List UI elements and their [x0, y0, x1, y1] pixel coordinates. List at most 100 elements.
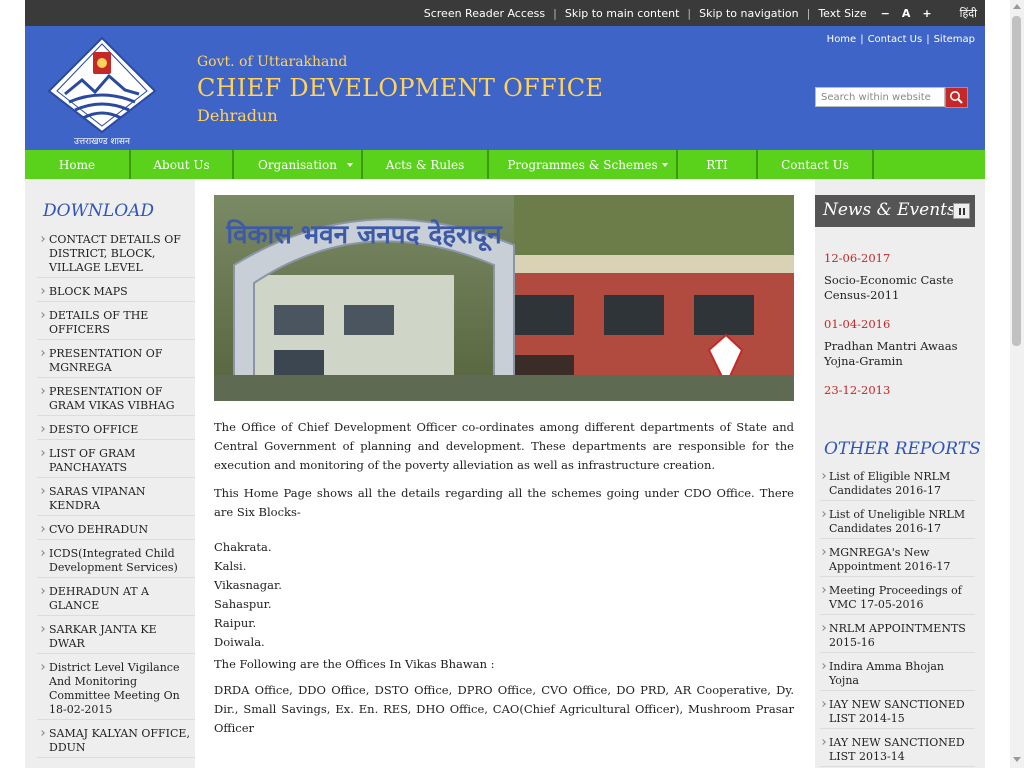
- download-item[interactable]: PRESENTATION OF MGNREGA: [37, 345, 195, 378]
- download-item[interactable]: District Level Vigilance And Monitoring …: [37, 659, 195, 720]
- download-item-label: SARKAR JANTA KE DWAR: [49, 623, 157, 650]
- chevron-right-icon: [820, 549, 826, 555]
- download-list: CONTACT DETAILS OF DISTRICT, BLOCK, VILL…: [37, 231, 195, 763]
- chevron-right-icon: [39, 236, 45, 242]
- chevron-right-icon: [820, 473, 826, 479]
- increase-text-button[interactable]: +: [922, 7, 931, 20]
- report-item[interactable]: Meeting Proceedings of VMC 17-05-2016: [820, 582, 975, 615]
- nav-about-us[interactable]: About Us: [131, 150, 234, 179]
- download-item[interactable]: CVO DEHRADUN: [37, 521, 195, 540]
- download-item-label: DETAILS OF THE OFFICERS: [49, 309, 149, 336]
- report-item[interactable]: NRLM APPOINTMENTS 2015-16: [820, 620, 975, 653]
- download-item-label: CONTACT DETAILS OF DISTRICT, BLOCK, VILL…: [49, 233, 181, 274]
- chevron-right-icon: [39, 664, 45, 670]
- download-item[interactable]: CONTACT DETAILS OF DISTRICT, BLOCK, VILL…: [37, 231, 195, 278]
- chevron-right-icon: [39, 488, 45, 494]
- block-item: Kalsi.: [214, 559, 247, 573]
- reports-list: List of Eligible NRLM Candidates 2016-17…: [820, 468, 975, 768]
- schemes-paragraph: This Home Page shows all the details reg…: [214, 486, 794, 519]
- download-item[interactable]: DESTO OFFICE: [37, 421, 195, 440]
- nav-contact-us[interactable]: Contact Us: [758, 150, 874, 179]
- chevron-right-icon: [820, 511, 826, 517]
- download-item[interactable]: DEHRADUN AT A GLANCE: [37, 583, 195, 616]
- report-item[interactable]: IAY NEW SANCTIONED LIST 2014-15: [820, 696, 975, 729]
- block-item: Chakrata.: [214, 540, 272, 554]
- decrease-text-button[interactable]: −: [881, 7, 890, 20]
- vikas-bhawan-photo: विकास भवन जनपद देहरादून: [214, 195, 794, 401]
- nav-organisation[interactable]: Organisation: [234, 150, 363, 179]
- download-item[interactable]: BLOCK MAPS: [37, 283, 195, 302]
- separator: |: [687, 6, 692, 20]
- main-navigation: Home About Us Organisation Acts & Rules …: [25, 150, 985, 179]
- nav-about-label: About Us: [153, 157, 210, 172]
- chevron-right-icon: [39, 426, 45, 432]
- other-reports-heading: OTHER REPORTS: [824, 439, 981, 459]
- uttarakhand-emblem-logo[interactable]: उत्तराखण्ड शासन: [47, 36, 157, 148]
- chevron-right-icon: [820, 701, 826, 707]
- office-title[interactable]: CHIEF DEVELOPMENT OFFICE: [197, 74, 603, 102]
- download-item[interactable]: LIST OF GRAM PANCHAYATS: [37, 445, 195, 478]
- download-item-label: SARAS VIPANAN KENDRA: [49, 485, 146, 512]
- report-item-label: Meeting Proceedings of VMC 17-05-2016: [829, 584, 962, 611]
- chevron-right-icon: [39, 312, 45, 318]
- scroll-down-arrow-icon[interactable]: [1013, 757, 1021, 762]
- news-title[interactable]: Pradhan Mantri Awaas Yojna-Gramin: [824, 339, 974, 369]
- chevron-right-icon: [39, 526, 45, 532]
- nav-acts-rules[interactable]: Acts & Rules: [363, 150, 489, 179]
- search-icon: [950, 91, 963, 104]
- chevron-right-icon: [39, 388, 45, 394]
- city-label: Dehradun: [197, 106, 278, 125]
- download-item-label: SAMAJ KALYAN OFFICE, DDUN: [49, 727, 190, 754]
- download-item[interactable]: SARKAR JANTA KE DWAR: [37, 621, 195, 654]
- screen-reader-link[interactable]: Screen Reader Access: [424, 7, 545, 20]
- hindi-link[interactable]: हिंदी: [960, 6, 977, 21]
- chevron-right-icon: [39, 550, 45, 556]
- report-item-label: IAY NEW SANCTIONED LIST 2013-14: [829, 736, 965, 763]
- separator: |: [806, 6, 811, 20]
- nav-home[interactable]: Home: [25, 150, 131, 179]
- download-item[interactable]: ICDS(Integrated Child Development Servic…: [37, 545, 195, 578]
- scrollbar-thumb[interactable]: [1012, 16, 1021, 346]
- nav-contact-label: Contact Us: [781, 157, 849, 172]
- nav-programmes-label: Programmes & Schemes: [507, 157, 658, 172]
- skip-nav-link[interactable]: Skip to navigation: [699, 7, 799, 20]
- nav-rti-label: RTI: [706, 157, 728, 172]
- main-content: The Office of Chief Development Officer …: [214, 418, 794, 747]
- download-item[interactable]: DETAILS OF THE OFFICERS: [37, 307, 195, 340]
- report-item[interactable]: MGNREGA's New Appointment 2016-17: [820, 544, 975, 577]
- chevron-right-icon: [820, 663, 826, 669]
- pause-icon[interactable]: [953, 203, 970, 219]
- news-date: 01-04-2016: [824, 317, 891, 331]
- download-item-label: BLOCK MAPS: [49, 285, 128, 298]
- header-home-link[interactable]: Home: [827, 34, 857, 45]
- normal-text-button[interactable]: A: [902, 7, 911, 20]
- nav-rti[interactable]: RTI: [678, 150, 758, 179]
- download-sidebar: DOWNLOAD CONTACT DETAILS OF DISTRICT, BL…: [25, 179, 195, 768]
- report-item-label: IAY NEW SANCTIONED LIST 2014-15: [829, 698, 965, 725]
- download-item[interactable]: PRESENTATION OF GRAM VIKAS VIBHAG: [37, 383, 195, 416]
- news-title[interactable]: Socio-Economic Caste Census-2011: [824, 273, 974, 303]
- header-sitemap-link[interactable]: Sitemap: [934, 34, 975, 45]
- report-item[interactable]: IAY NEW SANCTIONED LIST 2013-14: [820, 734, 975, 767]
- chevron-right-icon: [39, 730, 45, 736]
- chevron-right-icon: [39, 626, 45, 632]
- download-item-label: LIST OF GRAM PANCHAYATS: [49, 447, 136, 474]
- photo-arch-sign: विकास भवन जनपद देहरादून: [225, 219, 503, 252]
- separator: |: [860, 34, 864, 45]
- block-item: Raipur.: [214, 616, 257, 630]
- download-item[interactable]: SAMAJ KALYAN OFFICE, DDUN: [37, 725, 195, 758]
- download-item[interactable]: SARAS VIPANAN KENDRA: [37, 483, 195, 516]
- search-input[interactable]: Search within website: [815, 87, 945, 107]
- download-item-label: DESTO OFFICE: [49, 423, 139, 436]
- search-button[interactable]: [945, 87, 968, 108]
- nav-programmes-schemes[interactable]: Programmes & Schemes: [489, 150, 678, 179]
- report-item[interactable]: Indira Amma Bhojan Yojna: [820, 658, 975, 691]
- report-item[interactable]: List of Eligible NRLM Candidates 2016-17: [820, 468, 975, 501]
- skip-main-link[interactable]: Skip to main content: [565, 7, 680, 20]
- header-contact-link[interactable]: Contact Us: [868, 34, 923, 45]
- report-item[interactable]: List of Uneligible NRLM Candidates 2016-…: [820, 506, 975, 539]
- download-heading: DOWNLOAD: [43, 201, 155, 221]
- scroll-up-arrow-icon[interactable]: [1013, 4, 1021, 9]
- page-scrollbar[interactable]: [1010, 0, 1024, 768]
- chevron-right-icon: [39, 588, 45, 594]
